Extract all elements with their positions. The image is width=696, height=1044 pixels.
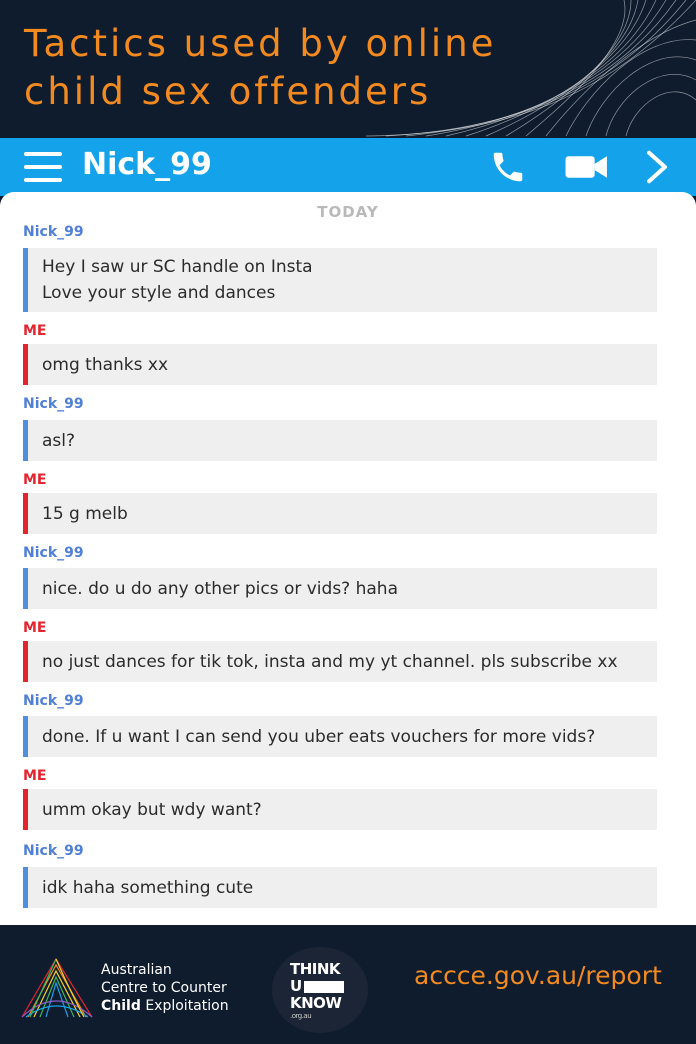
message-bubble[interactable]: done. If u want I can send you uber eats… [23, 716, 657, 757]
thinkuknow-logo: THINK U KNOW .org.au [272, 947, 368, 1033]
message-text: nice. do u do any other pics or vids? ha… [42, 578, 398, 599]
message-bubble[interactable]: umm okay but wdy want? [23, 789, 657, 830]
accce-wordmark: Australian Centre to Counter Child Explo… [101, 961, 229, 1015]
accce-line-1: Australian [101, 962, 172, 978]
chevron-right-icon[interactable] [644, 148, 670, 186]
message-sender: Nick_99 [23, 693, 84, 709]
thinkuknow-line-2: U [290, 977, 302, 995]
date-divider: TODAY [317, 203, 379, 221]
message-text: umm okay but wdy want? [42, 799, 262, 820]
contact-name: Nick_99 [82, 147, 212, 182]
message-sender: Nick_99 [23, 396, 84, 412]
title-line-1: Tactics used by online [24, 22, 497, 65]
thinkuknow-line-3: KNOW [290, 994, 342, 1012]
thinkuknow-line-1: THINK [290, 960, 341, 978]
message-sender: ME [23, 472, 47, 488]
page-title: Tactics used by online child sex offende… [24, 20, 496, 116]
thinkuknow-domain: .org.au [290, 1012, 312, 1020]
accce-line-3-rest: Exploitation [140, 998, 229, 1014]
message-bubble[interactable]: Hey I saw ur SC handle on Insta Love you… [23, 248, 657, 312]
message-bubble[interactable]: 15 g melb [23, 493, 657, 534]
message-text: 15 g melb [42, 503, 128, 524]
accce-logo-icon [21, 957, 93, 1018]
message-text: Love your style and dances [42, 283, 276, 303]
thinkuknow-wordmark: THINK U KNOW .org.au [290, 961, 344, 1020]
page-footer: Australian Centre to Counter Child Explo… [0, 925, 696, 1044]
message-sender: Nick_99 [23, 545, 84, 561]
thinkuknow-bar [303, 980, 344, 993]
message-text: omg thanks xx [42, 354, 169, 375]
page-header: Tactics used by online child sex offende… [0, 0, 696, 138]
accce-line-2: Centre to Counter [101, 980, 227, 996]
message-sender: Nick_99 [23, 224, 84, 240]
message-text: asl? [42, 430, 76, 451]
message-text: done. If u want I can send you uber eats… [42, 726, 596, 747]
report-link[interactable]: accce.gov.au/report [414, 961, 662, 990]
menu-icon[interactable] [24, 150, 62, 184]
chat-top-bar: Nick_99 [0, 138, 696, 196]
accce-line-3: Child Exploitation [101, 997, 229, 1015]
phone-icon[interactable] [488, 148, 528, 186]
chat-conversation[interactable]: TODAY Nick_99 Hey I saw ur SC handle on … [0, 192, 696, 925]
message-sender: ME [23, 620, 47, 636]
message-text: no just dances for tik tok, insta and my… [42, 651, 618, 672]
message-bubble[interactable]: idk haha something cute [23, 867, 657, 908]
message-sender: ME [23, 323, 47, 339]
message-bubble[interactable]: no just dances for tik tok, insta and my… [23, 641, 657, 682]
message-sender: ME [23, 768, 47, 784]
title-line-2: child sex offenders [24, 70, 432, 113]
message-bubble[interactable]: nice. do u do any other pics or vids? ha… [23, 568, 657, 609]
video-camera-icon[interactable] [564, 148, 610, 186]
thinkuknow-line-2-row: U [290, 978, 344, 995]
message-bubble[interactable]: omg thanks xx [23, 344, 657, 385]
message-text: idk haha something cute [42, 877, 254, 898]
message-bubble[interactable]: asl? [23, 420, 657, 461]
message-sender: Nick_99 [23, 843, 84, 859]
message-text: Hey I saw ur SC handle on Insta [42, 257, 313, 277]
accce-line-3-bold: Child [101, 998, 141, 1014]
